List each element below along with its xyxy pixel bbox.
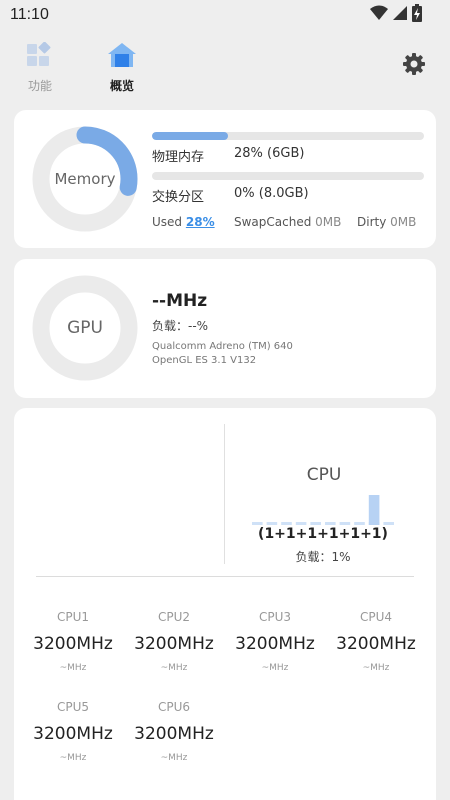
status-time: 11:10 [10, 6, 49, 23]
cpu-title: CPU [306, 465, 342, 485]
gpu-ring-label: GPU [67, 318, 103, 338]
cpu-core-sub: ~MHz [160, 663, 188, 673]
cpu-core-summary: (1+1+1+1+1+1) [258, 526, 388, 542]
used-value[interactable]: 28% [186, 215, 215, 229]
gear-icon [402, 53, 426, 80]
cpu-core-frequency: 3200MHz [134, 724, 214, 744]
cpu-load-bar [368, 495, 380, 525]
cpu-core-name: CPU3 [258, 610, 292, 624]
dirty-value: 0MB [390, 215, 417, 229]
cpu-core-sub: ~MHz [362, 663, 390, 673]
physical-memory-label: 物理内存 [152, 150, 205, 165]
cpu-load-baseline [310, 522, 321, 525]
cpu-load-baseline [252, 522, 263, 525]
cpu-load-baseline [295, 522, 307, 525]
tab-features[interactable]: 功能 [10, 41, 70, 94]
features-icon [25, 41, 55, 72]
battery-charging-icon [412, 4, 422, 26]
memory-ring-label: Memory [54, 170, 116, 188]
physical-memory-value: 28% (6GB) [234, 146, 305, 161]
physical-memory-bar-fill [152, 132, 229, 140]
settings-button[interactable] [402, 52, 426, 76]
dirty-stat: Dirty 0MB [357, 215, 416, 229]
gpu-gl-version: OpenGL ES 3.1 V132 [152, 355, 257, 366]
physical-memory-bar [152, 132, 424, 140]
cpu-core: CPU2 3200MHz ~MHz [124, 610, 224, 673]
cpu-core-sub: ~MHz [261, 663, 289, 673]
cpu-core: CPU5 3200MHz ~MHz [23, 700, 123, 763]
memory-card[interactable]: Memory 物理内存 28% (6GB) 交换分区 0% (8.0GB) Us… [14, 110, 436, 248]
gpu-ring: GPU [32, 275, 138, 381]
swapcached-stat: SwapCached 0MB [234, 215, 341, 229]
cpu-core-sub: ~MHz [59, 753, 87, 763]
home-icon [106, 42, 138, 72]
gpu-frequency: --MHz [152, 291, 208, 311]
cellular-signal-icon [392, 5, 408, 25]
tab-features-label: 功能 [27, 79, 52, 93]
cpu-core-name: CPU1 [56, 610, 90, 624]
cpu-vertical-divider [224, 424, 225, 564]
cpu-load-baseline [266, 522, 278, 525]
swapcached-label: SwapCached [234, 215, 312, 229]
cpu-core-frequency: 3200MHz [336, 634, 416, 654]
cpu-load-graph [252, 495, 394, 525]
cpu-load-baseline [354, 522, 365, 525]
gpu-card[interactable]: GPU --MHz 负载：--% Qualcomm Adreno (TM) 64… [14, 259, 436, 398]
cpu-core-name: CPU6 [157, 700, 191, 714]
cpu-load-baseline [325, 522, 336, 525]
gpu-renderer: Qualcomm Adreno (TM) 640 [152, 341, 293, 352]
cpu-core: CPU6 3200MHz ~MHz [124, 700, 224, 763]
cpu-core-sub: ~MHz [59, 663, 87, 673]
status-bar: 11:10 [0, 0, 450, 32]
tab-overview-label: 概览 [109, 79, 134, 93]
cpu-core-frequency: 3200MHz [235, 634, 315, 654]
swap-label: 交换分区 [152, 190, 205, 205]
cpu-load-baseline [339, 522, 351, 525]
cpu-core-name: CPU2 [157, 610, 191, 624]
cpu-core-frequency: 3200MHz [33, 634, 113, 654]
dirty-label: Dirty [357, 215, 387, 229]
cpu-load-baseline [383, 522, 394, 525]
wifi-icon [370, 5, 388, 25]
cpu-load-baseline [281, 522, 292, 525]
swap-bar [152, 172, 424, 180]
cpu-load: 负载：1% [295, 550, 351, 564]
cpu-core-sub: ~MHz [160, 753, 188, 763]
cpu-core: CPU1 3200MHz ~MHz [23, 610, 123, 673]
top-nav: 功能 概览 [0, 38, 450, 98]
used-stat: Used 28% [152, 215, 215, 229]
cpu-horizontal-divider [36, 576, 414, 577]
cpu-core-frequency: 3200MHz [134, 634, 214, 654]
cpu-core-name: CPU4 [359, 610, 393, 624]
gpu-load: 负载：--% [152, 319, 209, 333]
swap-value: 0% (8.0GB) [234, 186, 309, 201]
used-label: Used [152, 215, 183, 229]
swapcached-value: 0MB [315, 215, 342, 229]
cpu-core-name: CPU5 [56, 700, 90, 714]
tab-overview[interactable]: 概览 [92, 42, 152, 94]
memory-ring: Memory [32, 126, 138, 232]
cpu-card[interactable]: CPU (1+1+1+1+1+1) 负载：1% CPU1 3200MHz ~MH… [14, 408, 436, 800]
cpu-core-frequency: 3200MHz [33, 724, 113, 744]
cpu-core: CPU4 3200MHz ~MHz [326, 610, 426, 673]
cpu-core: CPU3 3200MHz ~MHz [225, 610, 325, 673]
status-icons [370, 4, 422, 26]
